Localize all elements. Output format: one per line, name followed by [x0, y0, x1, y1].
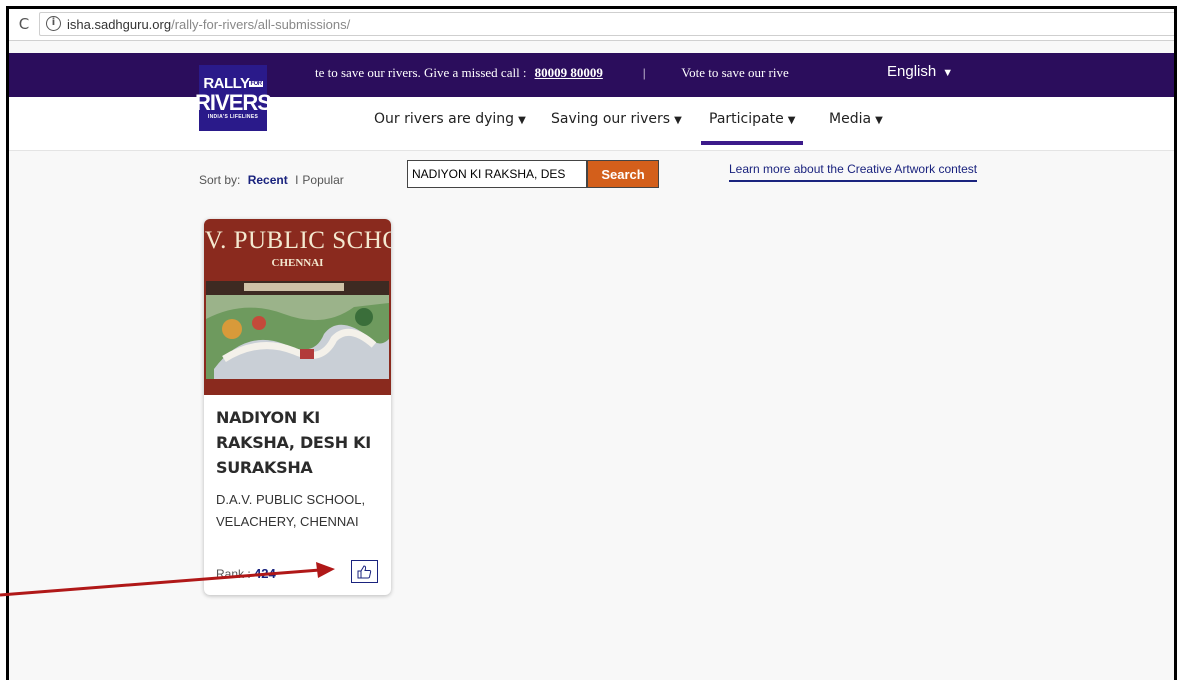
announcement-ticker: te to save our rivers. Give a missed cal…: [315, 65, 789, 81]
nav-item-saving-our-rivers[interactable]: Saving our rivers ▼: [551, 111, 682, 127]
reload-icon[interactable]: C: [15, 15, 33, 33]
rank-value: 424: [254, 566, 276, 581]
search-input[interactable]: [407, 160, 587, 188]
nav-label: Media: [829, 111, 872, 127]
browser-window: C i isha.sadhguru.org/rally-for-rivers/a…: [6, 6, 1177, 680]
caret-down-icon: ▼: [942, 67, 954, 79]
address-bar: C i isha.sadhguru.org/rally-for-rivers/a…: [9, 9, 1174, 41]
nav-label: Saving our rivers: [551, 111, 671, 127]
artwork-thumbnail[interactable]: .V. PUBLIC SCHO CHENNAI: [204, 219, 391, 395]
info-icon[interactable]: i: [46, 16, 61, 31]
card-title[interactable]: NADIYON KI RAKSHA, DESH KI SURAKSHA: [216, 405, 381, 480]
sort-popular-link[interactable]: Popular: [302, 173, 343, 187]
submission-card[interactable]: .V. PUBLIC SCHO CHENNAI NADIYON KI RAKSH…: [204, 219, 391, 595]
logo-line1: RALLYFOR: [203, 76, 263, 91]
sort-options: Sort by: Recent I Popular: [199, 173, 344, 187]
nav-label: Our rivers are dying: [374, 111, 515, 127]
url-domain: isha.sadhguru.org: [67, 17, 172, 32]
logo-small-text: FOR: [249, 81, 263, 88]
url-text: isha.sadhguru.org/rally-for-rivers/all-s…: [67, 17, 350, 32]
language-label: English: [887, 63, 937, 80]
nav-item-participate[interactable]: Participate ▼: [700, 111, 804, 145]
card-school: D.A.V. PUBLIC SCHOOL, VELACHERY, CHENNAI: [216, 492, 366, 529]
missed-call-number[interactable]: 80009 80009: [535, 65, 603, 80]
thumbs-up-icon: [357, 564, 372, 578]
url-field[interactable]: i isha.sadhguru.org/rally-for-rivers/all…: [39, 12, 1174, 36]
nav-item-our-rivers-are-dying[interactable]: Our rivers are dying ▼: [374, 111, 526, 127]
like-button[interactable]: [351, 560, 378, 583]
sort-label: Sort by:: [199, 173, 241, 187]
logo-tagline: INDIA'S LIFELINES: [207, 114, 259, 120]
learn-more-link[interactable]: Learn more about the Creative Artwork co…: [729, 162, 978, 182]
caret-down-icon: ▼: [875, 115, 883, 126]
sort-separator: I: [295, 173, 299, 187]
ticker-text: te to save our rivers. Give a missed cal…: [315, 65, 527, 80]
rally-for-rivers-logo[interactable]: RALLYFOR RIVERS INDIA'S LIFELINES: [195, 65, 272, 131]
ticker-text-2: Vote to save our rive: [681, 65, 789, 80]
caret-down-icon: ▼: [518, 115, 526, 126]
caret-down-icon: ▼: [787, 115, 796, 126]
rank-display: Rank : 424: [216, 566, 276, 581]
main-nav: Our rivers are dying ▼ Saving our rivers ▼…: [9, 97, 1174, 151]
rank-label: Rank :: [216, 567, 251, 581]
nav-item-media[interactable]: Media ▼: [829, 111, 883, 127]
caret-down-icon: ▼: [674, 115, 682, 126]
search-button[interactable]: Search: [587, 160, 659, 188]
url-path: /rally-for-rivers/all-submissions/: [171, 17, 351, 32]
language-selector[interactable]: English ▼: [887, 63, 953, 80]
artwork-painting: [204, 281, 391, 395]
ticker-separator: |: [642, 65, 646, 80]
sort-recent-link[interactable]: Recent: [248, 173, 288, 187]
logo-line2: RIVERS: [195, 90, 272, 115]
nav-label: Participate: [709, 111, 784, 127]
